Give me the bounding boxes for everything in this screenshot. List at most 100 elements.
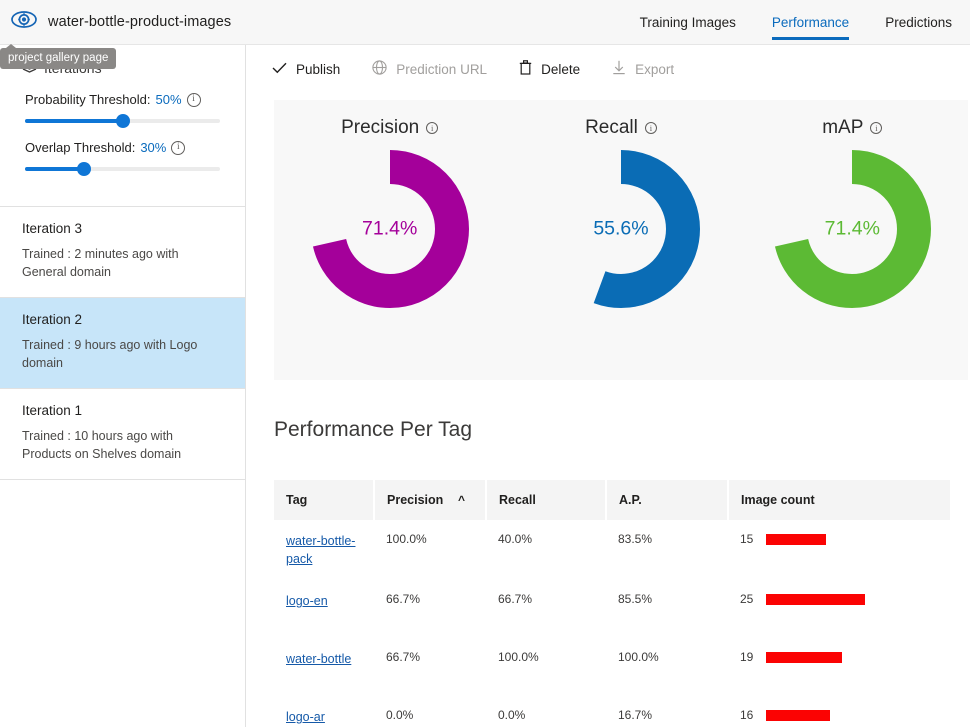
slider-fill (25, 167, 84, 171)
iteration-name: Iteration 1 (22, 403, 83, 418)
column-label: Tag (286, 493, 308, 507)
probability-threshold-label: Probability Threshold: 50% i (25, 92, 220, 107)
performance-per-tag-table: Tag Precision ^ Recall A.P. Image count (274, 480, 950, 727)
command-bar: Publish Prediction URL Delete Export (246, 45, 970, 93)
recall-donut-chart: 55.6% (541, 149, 701, 309)
tooltip-project-gallery-page: project gallery page (0, 44, 117, 69)
column-header-tag[interactable]: Tag (274, 480, 375, 520)
trash-icon (519, 60, 532, 78)
table-row: logo-en 66.7% 66.7% 85.5% 25 (274, 580, 950, 638)
tag-link[interactable]: logo-ar (286, 710, 325, 724)
probability-threshold-slider[interactable] (25, 114, 220, 128)
overlap-threshold-slider[interactable] (25, 162, 220, 176)
image-count-value: 25 (740, 592, 754, 606)
cell-tag: water-bottle-pack (274, 520, 374, 580)
threshold-controls: Probability Threshold: 50% i Overlap Thr… (0, 76, 245, 198)
prediction-url-button[interactable]: Prediction URL (356, 49, 503, 89)
cell-precision: 66.7% (386, 592, 421, 606)
sidebar: Iterations Probability Threshold: 50% i … (0, 45, 246, 727)
cell-recall: 100.0% (498, 650, 539, 664)
image-count-value: 15 (740, 532, 754, 546)
tag-link[interactable]: logo-en (286, 594, 328, 608)
cell-tag: logo-ar (274, 696, 374, 727)
iteration-detail: Trained : 10 hours ago with Products on … (22, 429, 182, 461)
performance-per-tag-title: Performance Per Tag (274, 418, 473, 441)
column-header-ap[interactable]: A.P. (606, 480, 729, 520)
info-icon[interactable]: i (171, 140, 186, 155)
iteration-name: Iteration 2 (22, 312, 83, 327)
precision-value: 71.4% (362, 217, 418, 240)
cell-ap: 85.5% (618, 592, 653, 606)
sidebar-item-iteration-2[interactable]: Iteration 2 Trained : 9 hours ago with L… (0, 298, 245, 389)
app-root: water-bottle-product-images Training Ima… (0, 0, 970, 727)
image-count-bar (766, 651, 842, 663)
table-header-row: Tag Precision ^ Recall A.P. Image count (274, 480, 950, 520)
globe-icon (372, 60, 387, 78)
cell-image-count: 15 (728, 520, 950, 580)
cell-image-count: 16 (728, 696, 950, 727)
page-title: water-bottle-product-images (48, 14, 232, 30)
cell-ap: 16.7% (618, 708, 653, 722)
metric-recall: Recall i 55.6% (505, 100, 736, 380)
cell-recall: 66.7% (498, 592, 533, 606)
precision-donut-chart: 71.4% (310, 149, 470, 309)
iteration-detail: Trained : 9 hours ago with Logo domain (22, 338, 198, 370)
sidebar-item-iteration-1[interactable]: Iteration 1 Trained : 10 hours ago with … (0, 389, 245, 480)
probability-threshold-value: 50% (155, 92, 182, 107)
sidebar-item-iteration-3[interactable]: Iteration 3 Trained : 2 minutes ago with… (0, 207, 245, 298)
cell-image-count: 19 (728, 638, 950, 696)
metric-precision: Precision i 71.4% (274, 100, 505, 380)
metric-title: mAP i (822, 117, 883, 139)
cell-tag: logo-en (274, 580, 374, 638)
tab-performance[interactable]: Performance (754, 0, 867, 45)
table-row: water-bottle-pack 100.0% 40.0% 83.5% 15 (274, 520, 950, 580)
image-count-bar (766, 593, 865, 605)
column-header-image-count[interactable]: Image count (728, 480, 950, 520)
cell-precision: 100.0% (386, 532, 427, 546)
info-icon[interactable]: i (426, 122, 439, 134)
top-header: water-bottle-product-images Training Ima… (0, 0, 970, 45)
delete-label: Delete (541, 61, 581, 77)
download-icon (612, 60, 626, 78)
tab-predictions[interactable]: Predictions (867, 0, 970, 45)
tag-link[interactable]: water-bottle-pack (286, 534, 355, 566)
precision-label: Precision (341, 117, 420, 138)
info-icon[interactable]: i (870, 122, 883, 134)
prediction-url-label: Prediction URL (396, 61, 488, 77)
export-button[interactable]: Export (596, 49, 690, 89)
metric-title: Precision i (341, 117, 439, 139)
column-header-recall[interactable]: Recall (486, 480, 607, 520)
cell-tag: water-bottle (274, 638, 374, 696)
table-row: water-bottle 66.7% 100.0% 100.0% 19 (274, 638, 950, 696)
cell-ap: 100.0% (618, 650, 659, 664)
cell-image-count: 25 (728, 580, 950, 638)
slider-thumb[interactable] (76, 162, 91, 176)
export-label: Export (635, 61, 675, 77)
delete-button[interactable]: Delete (503, 49, 596, 89)
publish-label: Publish (296, 61, 341, 77)
cell-ap: 83.5% (618, 532, 653, 546)
publish-button[interactable]: Publish (256, 49, 356, 89)
metrics-panel: Precision i 71.4% Recall i 55.6% mAP i 7… (274, 100, 968, 380)
slider-thumb[interactable] (115, 114, 130, 128)
image-count-bar (766, 533, 826, 545)
cell-recall: 0.0% (498, 708, 526, 722)
overlap-threshold-label: Overlap Threshold: 30% i (25, 140, 220, 155)
iteration-detail: Trained : 2 minutes ago with General dom… (22, 247, 179, 279)
check-icon (272, 62, 287, 77)
column-label: Precision (387, 493, 444, 507)
info-icon[interactable]: i (644, 122, 657, 134)
eye-gear-icon (11, 11, 37, 33)
cell-recall: 40.0% (498, 532, 533, 546)
column-label: A.P. (619, 493, 642, 507)
tab-training-images[interactable]: Training Images (622, 0, 754, 45)
project-gallery-button[interactable] (0, 11, 48, 33)
map-value: 71.4% (824, 217, 880, 240)
recall-value: 55.6% (593, 217, 649, 240)
column-label: Image count (741, 493, 815, 507)
cell-precision: 0.0% (386, 708, 414, 722)
column-header-precision[interactable]: Precision ^ (374, 480, 487, 520)
info-icon[interactable]: i (186, 92, 201, 107)
metric-map: mAP i 71.4% (737, 100, 968, 380)
tag-link[interactable]: water-bottle (286, 652, 351, 666)
